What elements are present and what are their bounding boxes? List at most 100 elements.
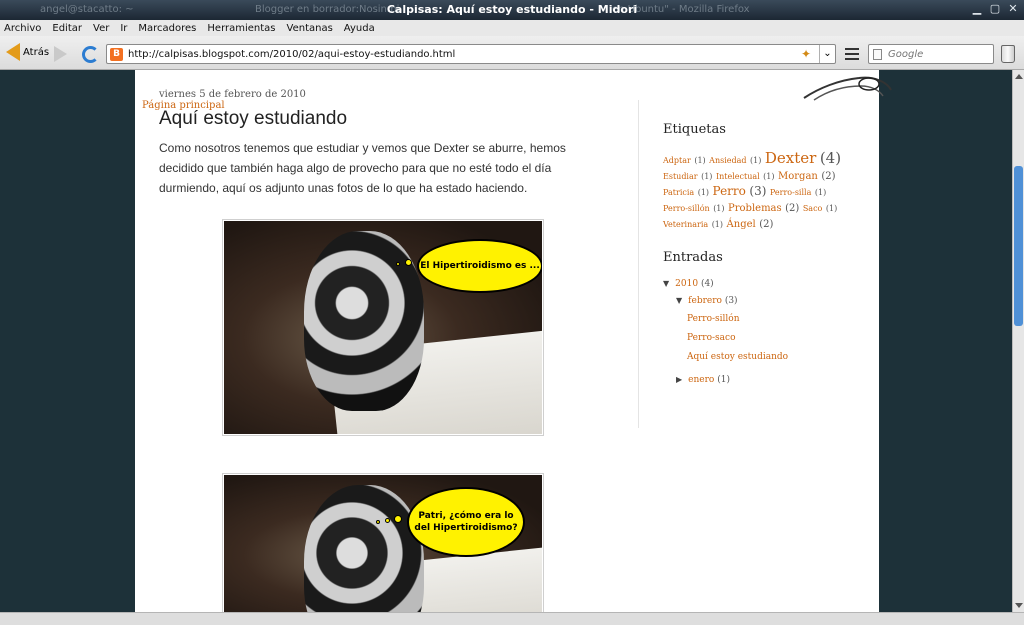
reload-icon[interactable] bbox=[82, 46, 99, 63]
label-count: (1) bbox=[697, 188, 710, 197]
label-link[interactable]: Intelectual bbox=[716, 172, 760, 181]
header-sketch-icon bbox=[803, 76, 892, 101]
post-date: viernes 5 de febrero de 2010 bbox=[159, 89, 306, 100]
archive-month-label[interactable]: febrero bbox=[688, 296, 722, 306]
label-item[interactable]: Ángel (2) bbox=[727, 217, 774, 230]
label-link[interactable]: Problemas bbox=[728, 203, 782, 214]
maximize-icon[interactable]: ▢ bbox=[988, 2, 1002, 16]
search-input[interactable] bbox=[888, 48, 988, 60]
thought-dot bbox=[396, 262, 400, 266]
menu-ir[interactable]: Ir bbox=[120, 23, 127, 34]
speech-bubble-2: Patri, ¿cómo era lo del Hipertiroidismo? bbox=[407, 487, 525, 557]
close-icon[interactable]: ✕ bbox=[1006, 2, 1020, 16]
dog-photo-image: El Hipertiroidismo es ... bbox=[224, 221, 542, 434]
archive-year-count: (4) bbox=[700, 279, 714, 289]
label-count: (1) bbox=[763, 172, 775, 181]
label-link[interactable]: Perro bbox=[713, 184, 746, 198]
column-divider bbox=[638, 100, 639, 428]
expanded-triangle-icon[interactable]: ▼ bbox=[676, 296, 682, 305]
vertical-scrollbar[interactable] bbox=[1012, 70, 1024, 612]
label-count: (2) bbox=[821, 171, 836, 182]
search-engine-icon[interactable] bbox=[873, 48, 882, 60]
label-count: (1) bbox=[711, 220, 724, 229]
label-item[interactable]: Perro (3) bbox=[713, 184, 767, 198]
blogger-favicon-icon: B bbox=[110, 47, 123, 61]
label-link[interactable]: Veterinaria bbox=[663, 220, 708, 229]
archive-year-2010[interactable]: ▼ 2010 (4) bbox=[663, 279, 714, 289]
label-link[interactable]: Adptar bbox=[663, 156, 691, 165]
blog-page: viernes 5 de febrero de 2010 Página prin… bbox=[135, 70, 892, 612]
label-link[interactable]: Perro-sillón bbox=[663, 204, 710, 213]
label-link[interactable]: Ansiedad bbox=[709, 156, 746, 165]
label-link[interactable]: Perro-silla bbox=[770, 188, 811, 197]
scroll-up-icon[interactable] bbox=[1015, 74, 1023, 79]
label-count: (2) bbox=[785, 203, 800, 214]
label-item[interactable]: Veterinaria (1) bbox=[663, 217, 723, 230]
window-controls: ▁ ▢ ✕ bbox=[970, 2, 1020, 16]
archive-year-label[interactable]: 2010 bbox=[675, 279, 698, 289]
label-item[interactable]: Perro-silla (1) bbox=[770, 185, 826, 198]
label-count: (1) bbox=[713, 204, 725, 213]
url-input[interactable] bbox=[128, 48, 801, 60]
label-count: (1) bbox=[750, 156, 762, 165]
label-item[interactable]: Intelectual (1) bbox=[716, 169, 775, 182]
window-title: Calpisas: Aquí estoy estudiando - Midori bbox=[386, 3, 638, 16]
scroll-thumb[interactable] bbox=[1014, 166, 1023, 326]
label-link[interactable]: Patricia bbox=[663, 188, 694, 197]
label-link[interactable]: Estudiar bbox=[663, 172, 698, 181]
menu-ver[interactable]: Ver bbox=[93, 23, 109, 34]
labels-title: Etiquetas bbox=[663, 122, 726, 137]
label-item[interactable]: Perro-sillón (1) bbox=[663, 201, 725, 214]
label-item[interactable]: Morgan (2) bbox=[778, 169, 836, 182]
post-title[interactable]: Aquí estoy estudiando bbox=[159, 108, 347, 130]
feed-icon[interactable]: ✦ bbox=[801, 47, 815, 61]
archive-post-link[interactable]: Perro-sillón bbox=[687, 314, 740, 324]
post-photo-2[interactable]: Patri, ¿cómo era lo del Hipertiroidismo? bbox=[222, 473, 544, 612]
minimize-icon[interactable]: ▁ bbox=[970, 2, 984, 16]
expanded-triangle-icon[interactable]: ▼ bbox=[663, 279, 669, 288]
menu-editar[interactable]: Editar bbox=[52, 23, 82, 34]
status-bar bbox=[0, 612, 1024, 625]
archive-post-link[interactable]: Aquí estoy estudiando bbox=[687, 352, 788, 362]
page-viewport: viernes 5 de febrero de 2010 Página prin… bbox=[0, 70, 1012, 612]
label-item[interactable]: Saco (1) bbox=[803, 201, 837, 214]
label-count: (1) bbox=[694, 156, 706, 165]
label-link[interactable]: Morgan bbox=[778, 171, 818, 182]
menu-marcadores[interactable]: Marcadores bbox=[138, 23, 196, 34]
menu-herramientas[interactable]: Herramientas bbox=[207, 23, 275, 34]
menu-archivo[interactable]: Archivo bbox=[4, 23, 41, 34]
archive-post-link[interactable]: Perro-saco bbox=[687, 333, 736, 343]
address-bar: B ✦ ⌄ bbox=[106, 44, 836, 64]
label-link[interactable]: Saco bbox=[803, 204, 823, 213]
forward-arrow-icon[interactable] bbox=[54, 46, 67, 62]
menu-ventanas[interactable]: Ventanas bbox=[287, 23, 333, 34]
scroll-down-icon[interactable] bbox=[1015, 603, 1023, 608]
window-titlebar: angel@stacatto: ~ Blogger en borrador:No… bbox=[0, 0, 1024, 20]
label-item[interactable]: Patricia (1) bbox=[663, 185, 709, 198]
search-box bbox=[868, 44, 994, 64]
photo-dog bbox=[304, 231, 424, 411]
label-link[interactable]: Ángel bbox=[727, 219, 756, 230]
post-photo-1[interactable]: El Hipertiroidismo es ... bbox=[222, 219, 544, 436]
label-count: (1) bbox=[825, 204, 838, 213]
archive-month-enero[interactable]: ▶ enero (1) bbox=[676, 375, 730, 385]
label-link[interactable]: Dexter bbox=[765, 149, 816, 167]
label-item[interactable]: Dexter (4) bbox=[765, 151, 841, 166]
archive-month-count: (1) bbox=[717, 375, 730, 385]
menu-ayuda[interactable]: Ayuda bbox=[344, 23, 375, 34]
thought-dot bbox=[394, 515, 402, 523]
panel-menu-icon[interactable] bbox=[845, 48, 859, 60]
archive-month-febrero[interactable]: ▼ febrero (3) bbox=[676, 296, 738, 306]
label-item[interactable]: Adptar (1) bbox=[663, 153, 706, 166]
label-cloud: Adptar (1) Ansiedad (1) Dexter (4) Estud… bbox=[663, 151, 869, 232]
url-dropdown-chevron-icon[interactable]: ⌄ bbox=[819, 45, 835, 63]
trash-icon[interactable] bbox=[1001, 45, 1015, 63]
label-item[interactable]: Estudiar (1) bbox=[663, 169, 712, 182]
collapsed-triangle-icon[interactable]: ▶ bbox=[676, 375, 682, 384]
label-item[interactable]: Ansiedad (1) bbox=[709, 153, 761, 166]
archive-title: Entradas bbox=[663, 250, 723, 265]
back-button[interactable]: Atrás bbox=[6, 43, 49, 61]
archive-month-label[interactable]: enero bbox=[688, 375, 714, 385]
label-count: (4) bbox=[819, 149, 842, 167]
label-item[interactable]: Problemas (2) bbox=[728, 201, 799, 214]
